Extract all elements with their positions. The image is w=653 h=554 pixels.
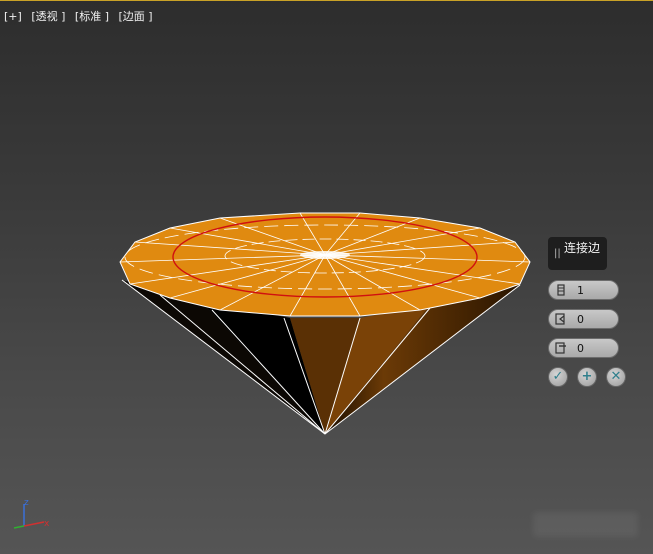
cancel-button[interactable]: ✕ [606,367,626,387]
slide-value[interactable]: 0 [577,342,584,355]
viewport-scene[interactable] [0,0,653,554]
segments-icon [557,284,565,296]
caddy-title-bar[interactable]: || 连接边 [548,237,607,270]
segments-value[interactable]: 1 [577,284,584,297]
z-axis-label: z [24,498,29,508]
axis-tripod-gizmo: z x [13,498,50,529]
caddy-title: 连接边 [564,241,601,255]
top-cap-face [119,212,531,317]
pinch-icon [555,313,565,325]
x-axis-label: x [44,519,50,529]
x-axis-line [23,521,45,527]
pinch-spinner[interactable]: 0 [548,309,619,329]
cone-top-cap[interactable] [119,212,531,317]
segments-spinner[interactable]: 1 [548,280,619,300]
slide-icon [555,342,566,354]
slide-spinner[interactable]: 0 [548,338,619,358]
blurred-region [533,512,638,537]
ok-button[interactable]: ✓ [548,367,568,387]
top-cap-center-point [300,251,350,259]
pinch-value[interactable]: 0 [577,313,584,326]
apply-and-continue-button[interactable]: + [577,367,597,387]
caddy-grip-handle[interactable]: || [554,248,561,259]
y-axis-line [13,525,25,529]
